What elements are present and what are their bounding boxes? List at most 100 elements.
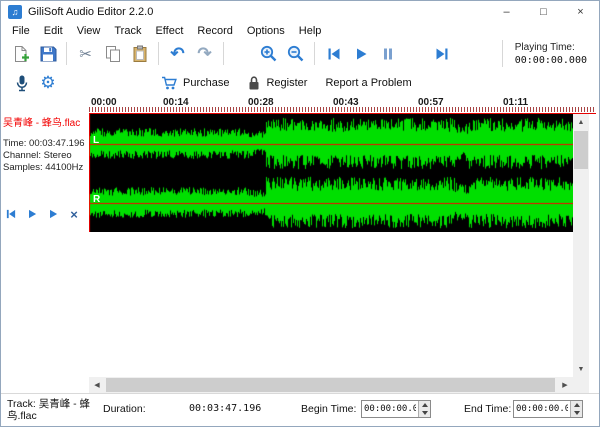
redo-icon: ↷	[197, 44, 211, 64]
horizontal-scrollbar[interactable]: ◀ ▶	[89, 377, 573, 393]
zoom-out-icon	[286, 44, 305, 63]
begin-time-label: Begin Time:	[301, 403, 356, 415]
begin-time-field	[361, 400, 431, 418]
zoom-out-button[interactable]	[282, 40, 309, 67]
purchase-link[interactable]: Purchase	[161, 75, 229, 91]
skip-to-start-icon	[5, 208, 17, 220]
spinner-up-button[interactable]	[571, 401, 582, 409]
track-time: Time: 00:03:47.196	[3, 138, 85, 150]
pause-button[interactable]	[374, 40, 401, 67]
toolbar-separator	[66, 42, 67, 65]
spinner-up-button[interactable]	[419, 401, 430, 409]
skip-to-start-button[interactable]	[320, 40, 347, 67]
track-metadata: Time: 00:03:47.196 Channel: Stereo Sampl…	[3, 138, 85, 174]
spinner-down-button[interactable]	[571, 409, 582, 417]
toolbar-separator	[314, 42, 315, 65]
menu-options[interactable]: Options	[240, 25, 292, 37]
microphone-icon	[14, 74, 30, 92]
gear-icon: ⚙	[40, 73, 55, 93]
new-file-button[interactable]	[7, 40, 34, 67]
pause-icon	[380, 46, 396, 62]
status-duration-value: 00:03:47.196	[189, 403, 261, 414]
begin-time-input[interactable]	[362, 401, 418, 417]
track-play-selection-button[interactable]	[46, 207, 60, 221]
menu-file[interactable]: File	[5, 25, 37, 37]
track-close-button[interactable]: ×	[67, 207, 81, 221]
register-label: Register	[266, 77, 307, 89]
register-link[interactable]: Register	[247, 75, 307, 91]
cut-button[interactable]: ✂	[72, 40, 99, 67]
toolbar-separator	[223, 42, 224, 65]
menu-record[interactable]: Record	[190, 25, 239, 37]
end-time-label: End Time:	[464, 403, 511, 415]
menu-effect[interactable]: Effect	[148, 25, 190, 37]
track-name: 吴青峰 - 蜂鸟.flac	[1, 114, 89, 129]
app-logo-icon: ♫	[8, 5, 22, 19]
timeline-ruler[interactable]: 00:00 00:14 00:28 00:43 00:57 01:11	[1, 96, 599, 114]
redo-button[interactable]: ↷	[191, 40, 218, 67]
undo-button[interactable]: ↶	[164, 40, 191, 67]
report-problem-link[interactable]: Report a Problem	[325, 77, 411, 89]
settings-button[interactable]: ⚙	[35, 71, 61, 95]
menu-edit[interactable]: Edit	[37, 25, 70, 37]
vertical-scrollbar-thumb[interactable]	[574, 131, 588, 169]
scroll-down-arrow[interactable]: ▼	[573, 361, 589, 377]
secondary-toolbar: ⚙ Purchase Register Report a Problem	[1, 69, 599, 96]
chevron-down-icon	[574, 411, 580, 415]
record-button[interactable]	[9, 71, 35, 95]
spinner-down-button[interactable]	[419, 409, 430, 417]
menu-track[interactable]: Track	[107, 25, 148, 37]
play-icon	[47, 208, 59, 220]
zoom-in-button[interactable]	[255, 40, 282, 67]
statusbar: Track: 吴青峰 - 蜂鸟.flac Duration: 00:03:47.…	[1, 393, 599, 426]
status-duration-label: Duration:	[103, 403, 146, 415]
titlebar: ♫ GiliSoft Audio Editor 2.2.0 – □ ×	[1, 1, 599, 23]
end-time-spinner	[570, 401, 582, 417]
report-problem-label: Report a Problem	[325, 77, 411, 89]
new-file-icon	[12, 45, 30, 63]
cart-icon	[161, 75, 178, 91]
menu-help[interactable]: Help	[292, 25, 329, 37]
ruler-tick-marks	[89, 107, 595, 112]
track-play-button[interactable]	[25, 207, 39, 221]
horizontal-scrollbar-thumb[interactable]	[106, 378, 555, 392]
right-channel-label: R	[93, 194, 100, 205]
play-button[interactable]	[347, 40, 374, 67]
end-time-input[interactable]	[514, 401, 570, 417]
app-window: ♫ GiliSoft Audio Editor 2.2.0 – □ × File…	[0, 0, 600, 427]
skip-to-start-icon	[326, 46, 342, 62]
waveform-panel: L R	[89, 114, 573, 232]
track-mini-controls: ×	[4, 207, 81, 221]
purchase-label: Purchase	[183, 77, 229, 89]
window-title: GiliSoft Audio Editor 2.2.0	[28, 6, 153, 18]
skip-to-end-button[interactable]	[428, 40, 455, 67]
vertical-scrollbar[interactable]: ▲ ▼	[573, 114, 589, 377]
track-skip-start-button[interactable]	[4, 207, 18, 221]
maximize-button[interactable]: □	[525, 1, 562, 23]
close-icon: ×	[70, 208, 78, 221]
menubar: File Edit View Track Effect Record Optio…	[1, 23, 599, 38]
undo-icon: ↶	[170, 44, 184, 64]
track-samples: Samples: 44100Hz	[3, 162, 85, 174]
save-icon	[39, 45, 57, 63]
scrollbar-corner	[573, 377, 589, 393]
chevron-up-icon	[574, 403, 580, 407]
main-toolbar: ✂ ↶ ↷	[1, 38, 599, 69]
scroll-up-arrow[interactable]: ▲	[573, 114, 589, 130]
save-button[interactable]	[34, 40, 61, 67]
lock-icon	[247, 75, 261, 91]
scroll-right-arrow[interactable]: ▶	[557, 377, 573, 393]
zoom-in-icon	[259, 44, 278, 63]
window-controls: – □ ×	[488, 1, 599, 23]
playing-time-value: 00:00:00.000	[515, 55, 587, 66]
menu-view[interactable]: View	[70, 25, 108, 37]
track-channel: Channel: Stereo	[3, 150, 85, 162]
scroll-left-arrow[interactable]: ◀	[89, 377, 105, 393]
close-button[interactable]: ×	[562, 1, 599, 23]
paste-button[interactable]	[126, 40, 153, 67]
minimize-button[interactable]: –	[488, 1, 525, 23]
waveform-canvas[interactable]	[89, 114, 573, 232]
play-icon	[26, 208, 38, 220]
play-icon	[353, 46, 369, 62]
copy-button[interactable]	[99, 40, 126, 67]
